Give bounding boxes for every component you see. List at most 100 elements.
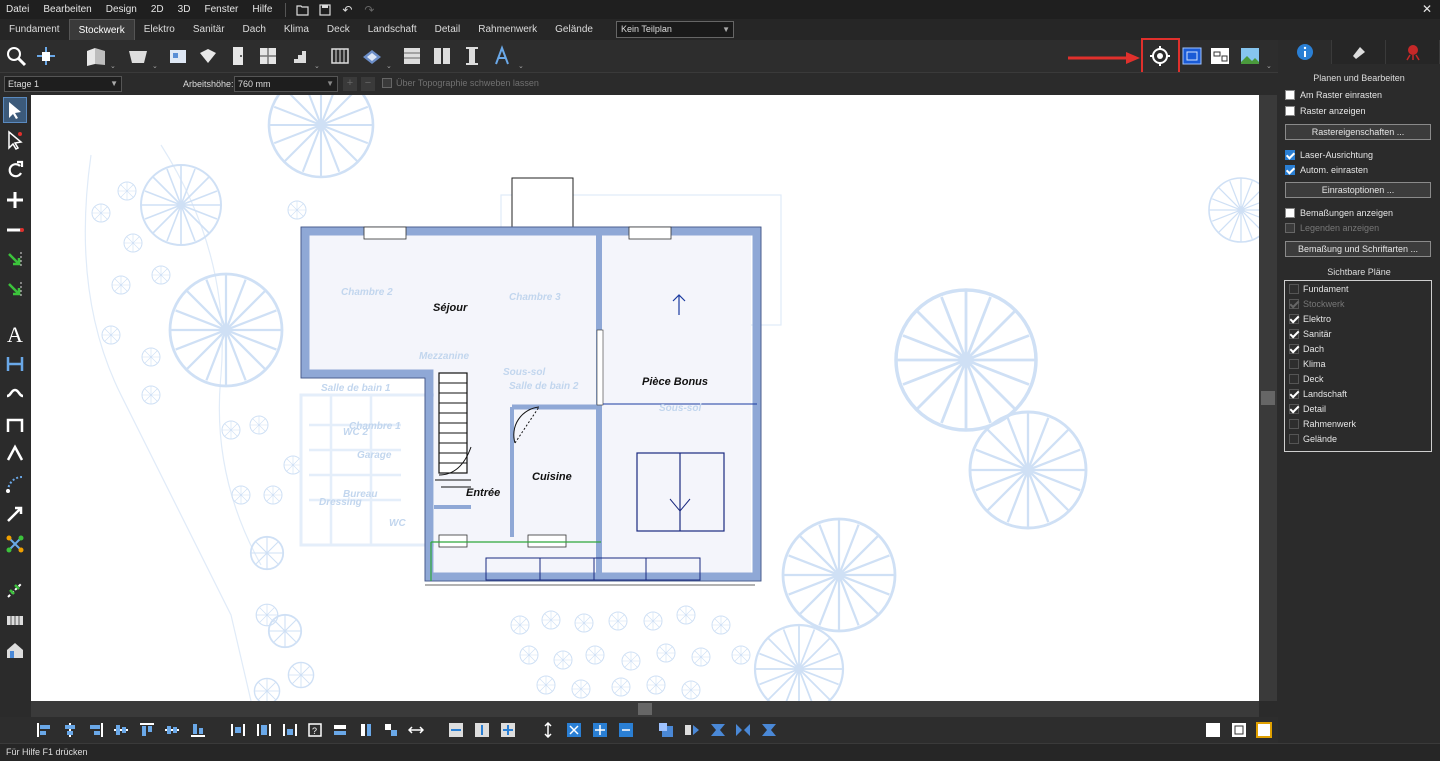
zoom-icon[interactable] bbox=[4, 44, 28, 68]
menu-bearbeiten[interactable]: Bearbeiten bbox=[36, 4, 98, 15]
plan-item-sanitaer[interactable]: Sanitär bbox=[1289, 329, 1332, 339]
raster-anzeigen-checkbox[interactable]: Raster anzeigen bbox=[1285, 106, 1366, 116]
tab-deck[interactable]: Deck bbox=[318, 19, 359, 40]
tab-sanitaer[interactable]: Sanitär bbox=[184, 19, 234, 40]
plan-item-detail[interactable]: Detail bbox=[1289, 404, 1326, 414]
size-icon[interactable]: ? bbox=[305, 721, 324, 739]
pan-hand-icon[interactable] bbox=[34, 44, 58, 68]
flip-icon[interactable] bbox=[759, 721, 778, 739]
elevation-view-icon[interactable] bbox=[1208, 44, 1232, 68]
bemassung-schriftarten-button[interactable]: Bemaßung und Schriftarten ... bbox=[1285, 241, 1431, 257]
tab-landschaft[interactable]: Landschaft bbox=[359, 19, 426, 40]
align-bottom-icon[interactable] bbox=[188, 721, 207, 739]
join-icon[interactable] bbox=[3, 411, 27, 437]
am-raster-checkbox[interactable]: Am Raster einrasten bbox=[1285, 90, 1382, 100]
terrain-tool-icon[interactable] bbox=[360, 44, 384, 68]
align-top-icon[interactable] bbox=[137, 721, 156, 739]
delete-point-icon[interactable] bbox=[3, 217, 27, 243]
tab-rahmenwerk[interactable]: Rahmenwerk bbox=[469, 19, 546, 40]
slab-tool-icon[interactable] bbox=[196, 44, 220, 68]
wall-tool-icon[interactable] bbox=[84, 44, 108, 68]
menu-2d[interactable]: 2D bbox=[144, 4, 171, 15]
text-a-icon[interactable]: A bbox=[3, 321, 27, 347]
dimension-icon[interactable] bbox=[3, 351, 27, 377]
stack-all-icon[interactable] bbox=[498, 721, 517, 739]
tab-fundament[interactable]: Fundament bbox=[0, 19, 69, 40]
align-center-icon[interactable] bbox=[60, 721, 79, 739]
plan-item-fundament[interactable]: Fundament bbox=[1289, 284, 1349, 294]
stair-tool-icon[interactable] bbox=[286, 44, 310, 68]
chevron-down-icon[interactable]: ⌄ bbox=[152, 62, 158, 70]
tab-dach[interactable]: Dach bbox=[234, 19, 275, 40]
etage-select[interactable]: Etage 1 ▼ bbox=[4, 76, 122, 92]
fill-window-icon[interactable] bbox=[1203, 721, 1222, 739]
zoom-area-icon[interactable] bbox=[1229, 721, 1248, 739]
room-label-cuisine[interactable]: Cuisine bbox=[532, 471, 572, 483]
layout-icon[interactable] bbox=[3, 607, 27, 633]
einrastoptionen-button[interactable]: Einrastoptionen ... bbox=[1285, 182, 1431, 198]
tab-klima[interactable]: Klima bbox=[275, 19, 318, 40]
info-tab-icon[interactable] bbox=[1278, 40, 1332, 64]
menu-datei[interactable]: Datei bbox=[0, 4, 36, 15]
teilplan-select[interactable]: Kein Teilplan ▼ bbox=[616, 21, 734, 38]
arbeitshoehe-input[interactable]: 760 mm ▼ bbox=[234, 76, 338, 92]
tab-gelaende[interactable]: Gelände bbox=[546, 19, 602, 40]
plan-item-elektro[interactable]: Elektro bbox=[1289, 314, 1331, 324]
reflect-icon[interactable] bbox=[682, 721, 701, 739]
distribute-left-icon[interactable] bbox=[228, 721, 247, 739]
collapse-icon[interactable] bbox=[590, 721, 609, 739]
transform-icon[interactable] bbox=[3, 577, 27, 603]
align-vcenter-icon[interactable] bbox=[162, 721, 181, 739]
chevron-down-icon[interactable]: ⌄ bbox=[386, 62, 392, 70]
distribute-h-icon[interactable] bbox=[254, 721, 273, 739]
snap-green-2-icon[interactable] bbox=[3, 277, 27, 303]
distribute-right-icon[interactable] bbox=[280, 721, 299, 739]
railing-tool-icon[interactable] bbox=[328, 44, 352, 68]
tab-stockwerk[interactable]: Stockwerk bbox=[68, 19, 135, 40]
rotate-icon[interactable] bbox=[3, 157, 27, 183]
scroll-thumb[interactable] bbox=[1261, 391, 1275, 405]
window-tool-icon[interactable] bbox=[256, 44, 280, 68]
plan-item-deck[interactable]: Deck bbox=[1289, 374, 1324, 384]
door-tool-icon[interactable] bbox=[226, 44, 250, 68]
add-point-icon[interactable] bbox=[3, 187, 27, 213]
tab-detail[interactable]: Detail bbox=[426, 19, 470, 40]
plan-item-rahmenwerk[interactable]: Rahmenwerk bbox=[1289, 419, 1356, 429]
tab-elektro[interactable]: Elektro bbox=[135, 19, 184, 40]
floorplan-view-icon[interactable] bbox=[1180, 44, 1204, 68]
column-tool-icon[interactable] bbox=[460, 44, 484, 68]
select-arrow-icon[interactable] bbox=[3, 97, 27, 123]
print-area-icon[interactable] bbox=[1254, 721, 1273, 739]
space-icon[interactable] bbox=[406, 721, 425, 739]
fixture-tool-icon[interactable] bbox=[430, 44, 454, 68]
align-right-icon[interactable] bbox=[86, 721, 105, 739]
close-icon[interactable]: ✕ bbox=[1422, 2, 1432, 16]
chevron-down-icon[interactable]: ⌄ bbox=[110, 62, 116, 70]
angle-icon[interactable] bbox=[3, 441, 27, 467]
snap-green-icon[interactable] bbox=[3, 247, 27, 273]
same-size-icon[interactable] bbox=[381, 721, 400, 739]
resize-v-icon[interactable] bbox=[538, 721, 557, 739]
line-arrow-icon[interactable] bbox=[3, 501, 27, 527]
room-label-piece-bonus[interactable]: Pièce Bonus bbox=[642, 376, 708, 388]
vertical-scrollbar[interactable] bbox=[1259, 95, 1277, 701]
connect-icon[interactable] bbox=[3, 531, 27, 557]
menu-design[interactable]: Design bbox=[99, 4, 144, 15]
arc-dotted-icon[interactable] bbox=[3, 471, 27, 497]
chevron-down-icon[interactable]: ⌄ bbox=[1266, 62, 1272, 70]
roof-wall-icon[interactable] bbox=[126, 44, 150, 68]
room-label-sejour[interactable]: Séjour bbox=[433, 302, 468, 314]
plan-item-dach[interactable]: Dach bbox=[1289, 344, 1324, 354]
paint-tab-icon[interactable] bbox=[1332, 40, 1386, 64]
camera-tab-icon[interactable] bbox=[1386, 40, 1440, 64]
drawing-canvas[interactable]: Chambre 2 Chambre 3 Mezzanine Sous-sol S… bbox=[31, 95, 1259, 701]
rotate-left-icon[interactable] bbox=[656, 721, 675, 739]
menu-fenster[interactable]: Fenster bbox=[197, 4, 245, 15]
stack-left-icon[interactable] bbox=[446, 721, 465, 739]
room-tool-icon[interactable] bbox=[166, 44, 190, 68]
stack-up-icon[interactable] bbox=[472, 721, 491, 739]
plan-item-gelaende[interactable]: Gelände bbox=[1289, 434, 1337, 444]
cabinet-tool-icon[interactable] bbox=[400, 44, 424, 68]
rastereigenschaften-button[interactable]: Rastereigenschaften ... bbox=[1285, 124, 1431, 140]
select-multi-icon[interactable] bbox=[3, 127, 27, 153]
